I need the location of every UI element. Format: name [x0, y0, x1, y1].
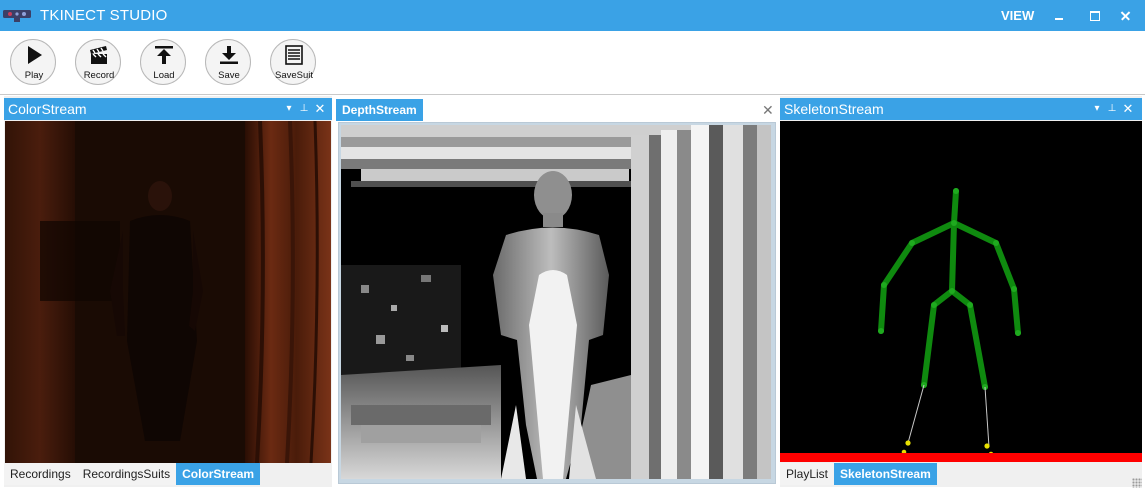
list-icon [285, 45, 303, 65]
close-icon[interactable] [1113, 5, 1139, 25]
kinect-sensor-icon [3, 10, 31, 22]
save-button[interactable]: Save [205, 39, 251, 85]
minimize-icon[interactable] [1046, 5, 1072, 25]
close-icon[interactable]: ✕ [1122, 102, 1134, 116]
play-label: Play [24, 70, 44, 81]
close-icon[interactable]: ✕ [762, 102, 774, 119]
save-suit-button[interactable]: SaveSuit [270, 39, 316, 85]
color-stream-title: ColorStream [8, 101, 87, 117]
tab-color-stream[interactable]: ColorStream [176, 463, 261, 485]
resize-grip[interactable] [1132, 478, 1142, 488]
color-stream-view[interactable] [5, 121, 331, 463]
dropdown-icon[interactable]: ▾ [1091, 102, 1103, 116]
skeleton-stream-title: SkeletonStream [784, 101, 884, 117]
skeleton-panel-tabs: PlayList SkeletonStream [780, 463, 937, 485]
color-panel-tabs: Recordings RecordingsSuits ColorStream [4, 463, 261, 485]
app-title: TKINECT STUDIO [40, 7, 168, 24]
color-stream-image [5, 121, 331, 463]
floor-plane [780, 453, 1142, 462]
tab-recordings-suits[interactable]: RecordingsSuits [76, 463, 177, 485]
view-menu[interactable]: VIEW [1001, 8, 1034, 23]
play-button[interactable]: Play [10, 39, 56, 85]
tab-depth-stream[interactable]: DepthStream [336, 99, 423, 121]
upload-icon [155, 46, 173, 64]
color-stream-panel: ColorStream ▾ ⊥ ✕ Recordings RecordingsS… [4, 96, 332, 487]
depth-stream-image [341, 125, 771, 479]
tab-recordings[interactable]: Recordings [4, 463, 77, 485]
save-suit-label: SaveSuit [274, 70, 314, 81]
play-icon [28, 46, 42, 64]
save-label: Save [218, 70, 240, 81]
depth-stream-view[interactable] [341, 125, 771, 479]
tab-playlist[interactable]: PlayList [780, 463, 835, 485]
title-bar: TKINECT STUDIO VIEW [0, 0, 1145, 31]
skeleton-stream-panel: SkeletonStream ▾ ⊥ ✕ PlayList SkeletonSt… [780, 96, 1142, 487]
skeleton-stream-image [780, 121, 1142, 462]
record-label: Record [83, 70, 115, 81]
toolbar: Play Record Load Save SaveSuit [0, 31, 1145, 95]
record-button[interactable]: Record [75, 39, 121, 85]
skeleton-stream-header[interactable]: SkeletonStream ▾ ⊥ ✕ [780, 98, 1142, 120]
skeleton-stream-view[interactable] [780, 121, 1142, 462]
close-icon[interactable]: ✕ [314, 102, 326, 116]
dropdown-icon[interactable]: ▾ [283, 102, 295, 116]
pin-icon[interactable]: ⊥ [298, 102, 310, 116]
download-icon [220, 46, 238, 64]
pin-icon[interactable]: ⊥ [1106, 102, 1118, 116]
load-button[interactable]: Load [140, 39, 186, 85]
clapperboard-icon [90, 46, 107, 64]
maximize-icon[interactable] [1081, 5, 1107, 25]
load-label: Load [153, 70, 175, 81]
color-stream-header[interactable]: ColorStream ▾ ⊥ ✕ [4, 98, 332, 120]
depth-stream-panel: DepthStream ✕ [336, 96, 778, 487]
tab-skeleton-stream[interactable]: SkeletonStream [834, 463, 937, 485]
